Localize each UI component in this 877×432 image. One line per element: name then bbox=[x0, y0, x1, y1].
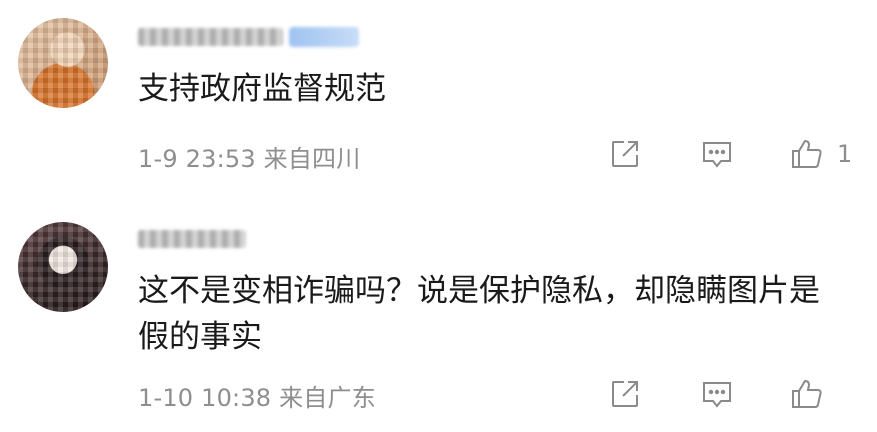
comment-meta: 1-9 23:53 来自四川 bbox=[138, 139, 360, 174]
like-button[interactable] bbox=[785, 374, 829, 414]
thumbs-up-icon bbox=[792, 139, 822, 168]
reply-button[interactable] bbox=[695, 374, 739, 414]
username-blurred[interactable] bbox=[138, 26, 359, 48]
comment-time: 1-9 23:53 bbox=[138, 145, 256, 173]
thumbs-up-icon bbox=[792, 379, 822, 408]
share-button[interactable] bbox=[603, 374, 647, 414]
like-count: 1 bbox=[837, 140, 853, 168]
share-button[interactable] bbox=[603, 134, 647, 174]
comment-item: 支持政府监督规范 1-9 23:53 来自四川 1 bbox=[0, 0, 877, 200]
comment-actions bbox=[603, 374, 857, 414]
comment-item: 这不是变相诈骗吗？说是保护隐私，却隐瞒图片是假的事实 1-10 10:38 来自… bbox=[0, 210, 877, 432]
comment-icon bbox=[703, 382, 731, 408]
comment-actions: 1 bbox=[603, 134, 857, 174]
comment-location: 来自四川 bbox=[263, 145, 361, 173]
comment-text: 这不是变相诈骗吗？说是保护隐私，却隐瞒图片是假的事实 bbox=[138, 273, 820, 355]
username-text[interactable] bbox=[138, 28, 283, 46]
share-icon bbox=[612, 141, 638, 167]
comment-meta: 1-10 10:38 来自广东 bbox=[138, 378, 376, 413]
share-icon bbox=[612, 381, 638, 407]
comment-icon bbox=[703, 142, 731, 168]
like-button[interactable] bbox=[785, 134, 829, 174]
comment-location: 来自广东 bbox=[279, 384, 376, 412]
user-badge bbox=[289, 27, 359, 47]
avatar[interactable] bbox=[18, 18, 108, 108]
reply-button[interactable] bbox=[695, 134, 739, 174]
username-blurred[interactable] bbox=[138, 228, 246, 250]
avatar[interactable] bbox=[18, 222, 108, 312]
username-text[interactable] bbox=[138, 230, 246, 248]
comment-time: 1-10 10:38 bbox=[138, 384, 272, 412]
comment-text: 支持政府监督规范 bbox=[138, 71, 386, 107]
